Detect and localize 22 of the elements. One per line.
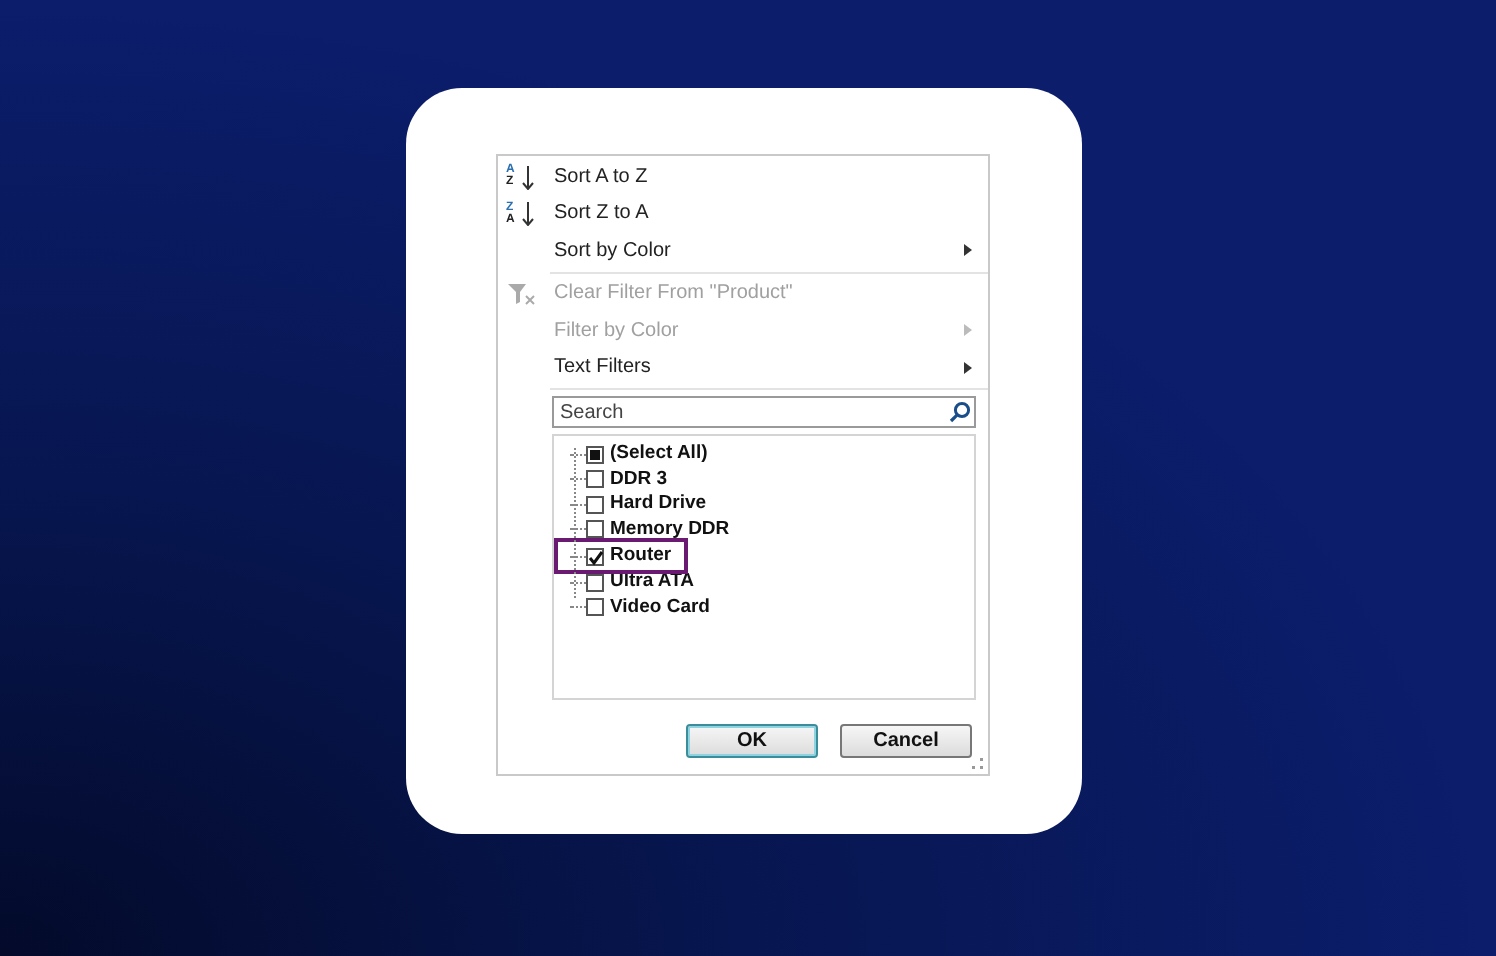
value-item[interactable]: Memory DDR (570, 517, 974, 542)
checkbox[interactable] (586, 598, 604, 617)
value-item[interactable]: DDR 3 (570, 467, 974, 492)
value-item[interactable]: Router (558, 542, 684, 570)
menu-item[interactable]: Text Filters (498, 349, 988, 386)
menu-item: Filter by Color (498, 312, 988, 349)
value-item[interactable]: (Select All) (570, 442, 974, 467)
value-item[interactable]: Video Card (570, 595, 974, 620)
clear-filter-icon (506, 279, 538, 308)
checkbox[interactable] (586, 547, 604, 565)
search-icon[interactable] (948, 400, 972, 424)
menu-item[interactable]: Sort by Color (498, 232, 988, 269)
ok-button[interactable]: OK (686, 724, 818, 758)
resize-grip-icon[interactable] (972, 758, 984, 770)
checkbox[interactable] (586, 470, 604, 489)
menu-item: Clear Filter From "Product" (498, 275, 988, 312)
search-field[interactable]: Search (552, 396, 976, 428)
cancel-button[interactable]: Cancel (840, 724, 972, 758)
checkbox[interactable] (586, 495, 604, 514)
checkbox[interactable] (586, 520, 604, 539)
value-item[interactable]: Hard Drive (570, 492, 974, 517)
checkbox[interactable] (586, 445, 604, 464)
